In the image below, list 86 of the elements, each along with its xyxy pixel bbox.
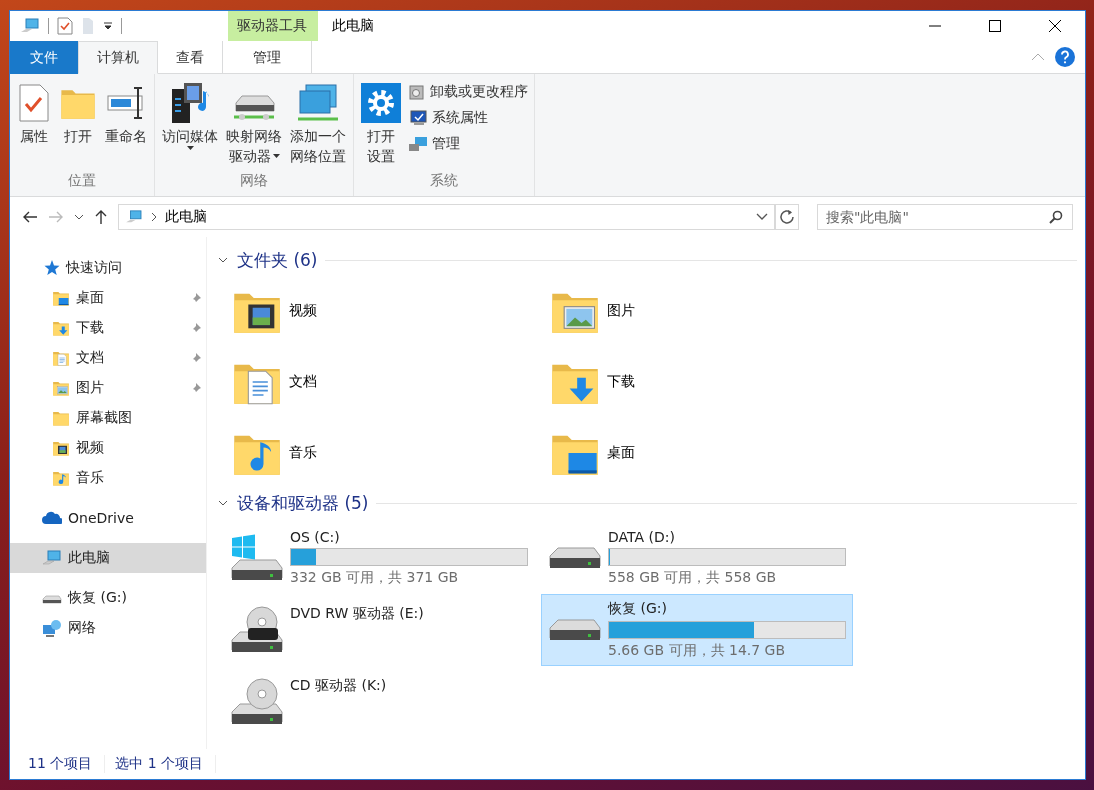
nav-item[interactable]: 下载 <box>10 313 206 343</box>
checked-page-icon[interactable] <box>57 17 73 35</box>
cd-drive-icon <box>228 678 284 726</box>
nav-item[interactable]: 快速访问 <box>10 253 206 283</box>
status-text: 11 个项目 <box>28 755 106 773</box>
folder-icon <box>52 349 70 367</box>
folder-item[interactable]: 桌面 <box>549 417 867 488</box>
back-icon[interactable] <box>22 210 38 224</box>
drive-item[interactable]: DVD RW 驱动器 (E:) <box>223 594 535 666</box>
dropdown-icon[interactable] <box>756 213 768 221</box>
collapse-ribbon-icon[interactable] <box>1031 53 1045 61</box>
drive-icon <box>42 592 62 604</box>
ribbon-button[interactable]: 打开 设置 <box>358 78 404 172</box>
ribbon-tab[interactable]: 查看 <box>158 41 222 74</box>
nav-item[interactable]: 图片 <box>10 373 206 403</box>
folder-item[interactable]: 文档 <box>231 346 549 417</box>
folder-icon <box>52 409 70 427</box>
folder-icon <box>52 319 70 337</box>
window-title: 此电脑 <box>331 16 375 35</box>
search-icon <box>1049 210 1063 224</box>
ribbon-tab[interactable]: 计算机 <box>78 41 158 74</box>
search-field[interactable]: 搜索"此电脑" <box>817 204 1073 230</box>
maximize-icon <box>989 20 1001 32</box>
nav-item[interactable]: 恢复 (G:) <box>10 583 206 613</box>
ribbon-button[interactable]: 属性 <box>14 78 54 172</box>
nav-item[interactable]: 网络 <box>10 613 206 643</box>
nav-item[interactable]: 视频 <box>10 433 206 463</box>
group-label: 网络 <box>239 172 269 190</box>
recent-locations-icon[interactable] <box>74 213 84 221</box>
windows-drive-icon <box>228 534 284 582</box>
drive-item[interactable]: 恢复 (G:) 5.66 GB 可用，共 14.7 GB <box>541 594 853 666</box>
dropdown-icon[interactable] <box>103 21 113 31</box>
section-title: 文件夹 (6) <box>237 248 318 272</box>
hard-drive-icon <box>546 618 602 642</box>
computer-icon[interactable] <box>20 18 40 34</box>
nav-item[interactable]: 此电脑 <box>10 543 206 573</box>
nav-item[interactable]: 桌面 <box>10 283 206 313</box>
folder-item[interactable]: 音乐 <box>231 417 549 488</box>
ribbon-tab[interactable]: 文件 <box>10 41 78 74</box>
section-title: 设备和驱动器 (5) <box>237 491 369 515</box>
network-icon <box>42 619 62 637</box>
settings-icon <box>361 83 401 123</box>
network-monitors-icon <box>296 83 340 123</box>
computer-icon <box>42 550 62 566</box>
refresh-button[interactable] <box>775 204 799 230</box>
folder-icon <box>52 469 70 487</box>
up-icon[interactable] <box>94 209 108 225</box>
ribbon-button[interactable]: 添加一个 网络位置 <box>287 78 349 172</box>
context-tab-group: 驱动器工具 <box>228 11 318 41</box>
close-icon <box>1049 20 1061 32</box>
dvd-drive-icon <box>228 606 284 654</box>
group-label: 系统 <box>429 172 459 190</box>
folder-item[interactable]: 图片 <box>549 275 867 346</box>
status-text: 选中 1 个项目 <box>115 755 217 773</box>
folder-item[interactable]: 下载 <box>549 346 867 417</box>
nav-item[interactable]: 音乐 <box>10 463 206 493</box>
star-icon <box>42 259 60 277</box>
nav-item[interactable]: 屏幕截图 <box>10 403 206 433</box>
cloud-icon <box>42 511 62 525</box>
folder-item[interactable]: 视频 <box>231 275 549 346</box>
ribbon-button[interactable]: 重命名 <box>102 78 150 172</box>
folder-icon <box>52 289 70 307</box>
drive-item[interactable]: CD 驱动器 (K:) <box>223 666 535 738</box>
computer-management-icon <box>408 135 428 153</box>
ribbon-button[interactable]: 卸载或更改程序 <box>406 80 530 104</box>
monitor-check-icon <box>408 109 428 127</box>
checked-page-icon <box>17 84 51 122</box>
group-label: 位置 <box>67 172 97 190</box>
rename-icon <box>106 84 146 122</box>
folder-icon <box>52 379 70 397</box>
refresh-icon <box>779 209 795 225</box>
program-box-icon <box>408 83 426 101</box>
ribbon-button[interactable]: 管理 <box>406 132 530 156</box>
ribbon-button[interactable]: 打开 <box>56 78 100 172</box>
ribbon-button[interactable]: 访问媒体 <box>159 78 221 172</box>
ribbon-button[interactable]: 系统属性 <box>406 106 530 130</box>
ribbon-button[interactable]: 映射网络 驱动器 <box>223 78 285 172</box>
computer-icon <box>125 210 143 224</box>
folder-icon <box>52 439 70 457</box>
nav-item[interactable]: OneDrive <box>10 503 206 533</box>
help-icon[interactable] <box>1055 47 1075 67</box>
drive-item[interactable]: DATA (D:) 558 GB 可用，共 558 GB <box>541 522 853 594</box>
nav-item[interactable]: 文档 <box>10 343 206 373</box>
hard-drive-icon <box>546 546 602 570</box>
address-field[interactable]: 此电脑 <box>118 204 775 230</box>
drive-item[interactable]: OS (C:) 332 GB 可用，共 371 GB <box>223 522 535 594</box>
